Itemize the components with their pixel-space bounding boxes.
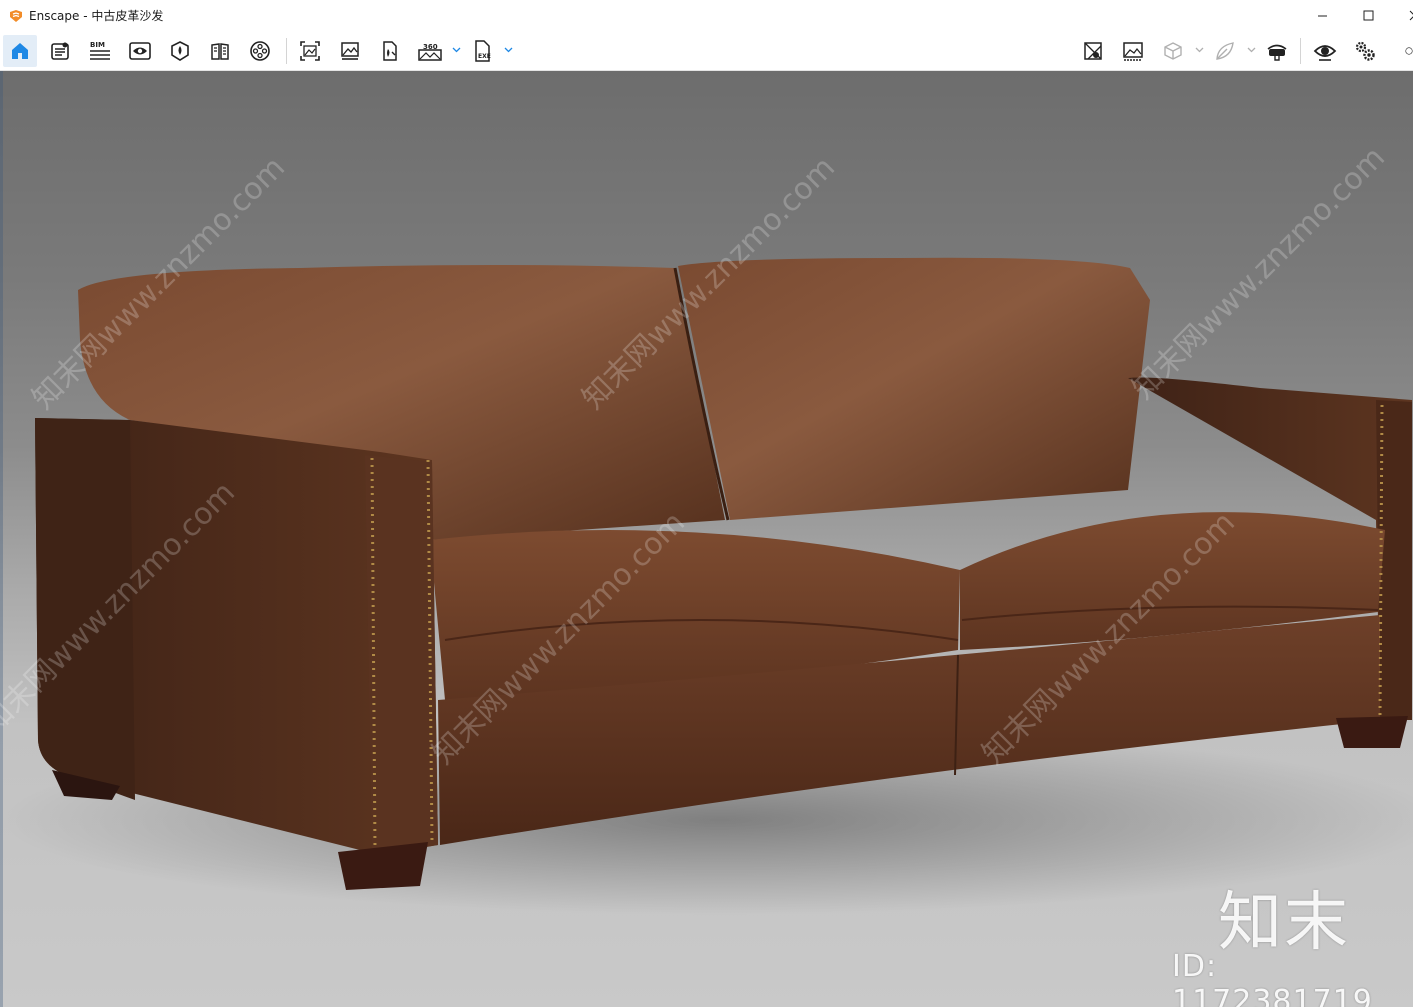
cube-view-dropdown[interactable] (1194, 45, 1204, 55)
views-button[interactable] (43, 35, 77, 67)
bim-button[interactable]: BIM (83, 35, 117, 67)
maximize-icon (1363, 10, 1373, 21)
exe-export-button[interactable]: EXE (465, 35, 499, 67)
chevron-down-icon (1247, 47, 1255, 53)
title-separator: - (79, 9, 92, 23)
home-button[interactable] (3, 35, 37, 67)
live-update-button[interactable] (1308, 35, 1342, 67)
toolbar-separator (1300, 38, 1301, 64)
bim-badge: BIM (90, 41, 105, 49)
exe-export-icon: EXE (475, 40, 491, 62)
video-editor-icon (250, 41, 270, 61)
views-icon (51, 42, 69, 60)
exe-badge: EXE (478, 53, 491, 60)
enscape-logo-icon (10, 9, 22, 22)
screenshot-icon (300, 41, 320, 61)
batch-render-button[interactable] (333, 35, 367, 67)
help-button[interactable] (1393, 35, 1413, 67)
chevron-down-icon (1195, 47, 1203, 53)
asset-library-button[interactable] (163, 35, 197, 67)
background-icon (1123, 42, 1143, 61)
bim-icon: BIM (90, 41, 110, 60)
toolbar-separator (286, 38, 287, 64)
eye-icon (1313, 45, 1337, 61)
title-bar: Enscape - 中古皮革沙发 (0, 0, 1413, 31)
chevron-down-icon (504, 47, 512, 53)
toolbar: BIM 360 EXE (0, 31, 1413, 99)
maximize-button[interactable] (1345, 0, 1391, 31)
document-name: 中古皮革沙发 (91, 9, 164, 23)
screenshot-button[interactable] (293, 35, 327, 67)
360-export-dropdown[interactable] (451, 45, 461, 55)
panorama-button[interactable] (373, 35, 407, 67)
home-icon (12, 43, 28, 59)
help-icon (1405, 47, 1413, 55)
leaf-button[interactable] (1208, 35, 1242, 67)
cube-view-button[interactable] (1156, 35, 1190, 67)
panorama-icon (383, 41, 397, 61)
material-editor-button[interactable] (203, 35, 237, 67)
render-viewport[interactable]: 知末网www.znzmo.com 知末网www.znzmo.com 知末网www… (0, 71, 1413, 1007)
settings-icon (1355, 41, 1375, 61)
exe-export-dropdown[interactable] (503, 45, 513, 55)
minimize-button[interactable] (1299, 0, 1345, 31)
chevron-down-icon (452, 47, 460, 53)
vr-headset-icon (1267, 44, 1287, 61)
app-name: Enscape (29, 9, 80, 23)
batch-render-icon (341, 42, 359, 60)
360-export-icon: 360 (418, 43, 442, 61)
vr-headset-button[interactable] (1260, 35, 1294, 67)
enscape-window: Enscape - 中古皮革沙发 BIM 360 EXE 知末网www.znzm… (0, 0, 1413, 1007)
close-button[interactable] (1391, 0, 1413, 31)
background-button[interactable] (1116, 35, 1150, 67)
leaf-dropdown[interactable] (1246, 45, 1256, 55)
visual-settings-icon (129, 42, 151, 60)
cube-view-icon (1164, 42, 1182, 60)
close-icon (1409, 10, 1413, 21)
material-editor-icon (211, 43, 229, 60)
settings-button[interactable] (1348, 35, 1382, 67)
minimize-icon (1317, 15, 1327, 17)
asset-library-icon (171, 41, 189, 61)
window-title: Enscape - 中古皮革沙发 (29, 7, 163, 24)
video-editor-button[interactable] (243, 35, 277, 67)
360-export-button[interactable]: 360 (413, 35, 447, 67)
site-context-button[interactable] (1076, 35, 1110, 67)
brand-id-watermark: ID: 1172381719 (1172, 949, 1373, 1007)
site-context-icon (1084, 42, 1102, 60)
visual-settings-button[interactable] (123, 35, 157, 67)
leaf-icon (1216, 42, 1234, 60)
